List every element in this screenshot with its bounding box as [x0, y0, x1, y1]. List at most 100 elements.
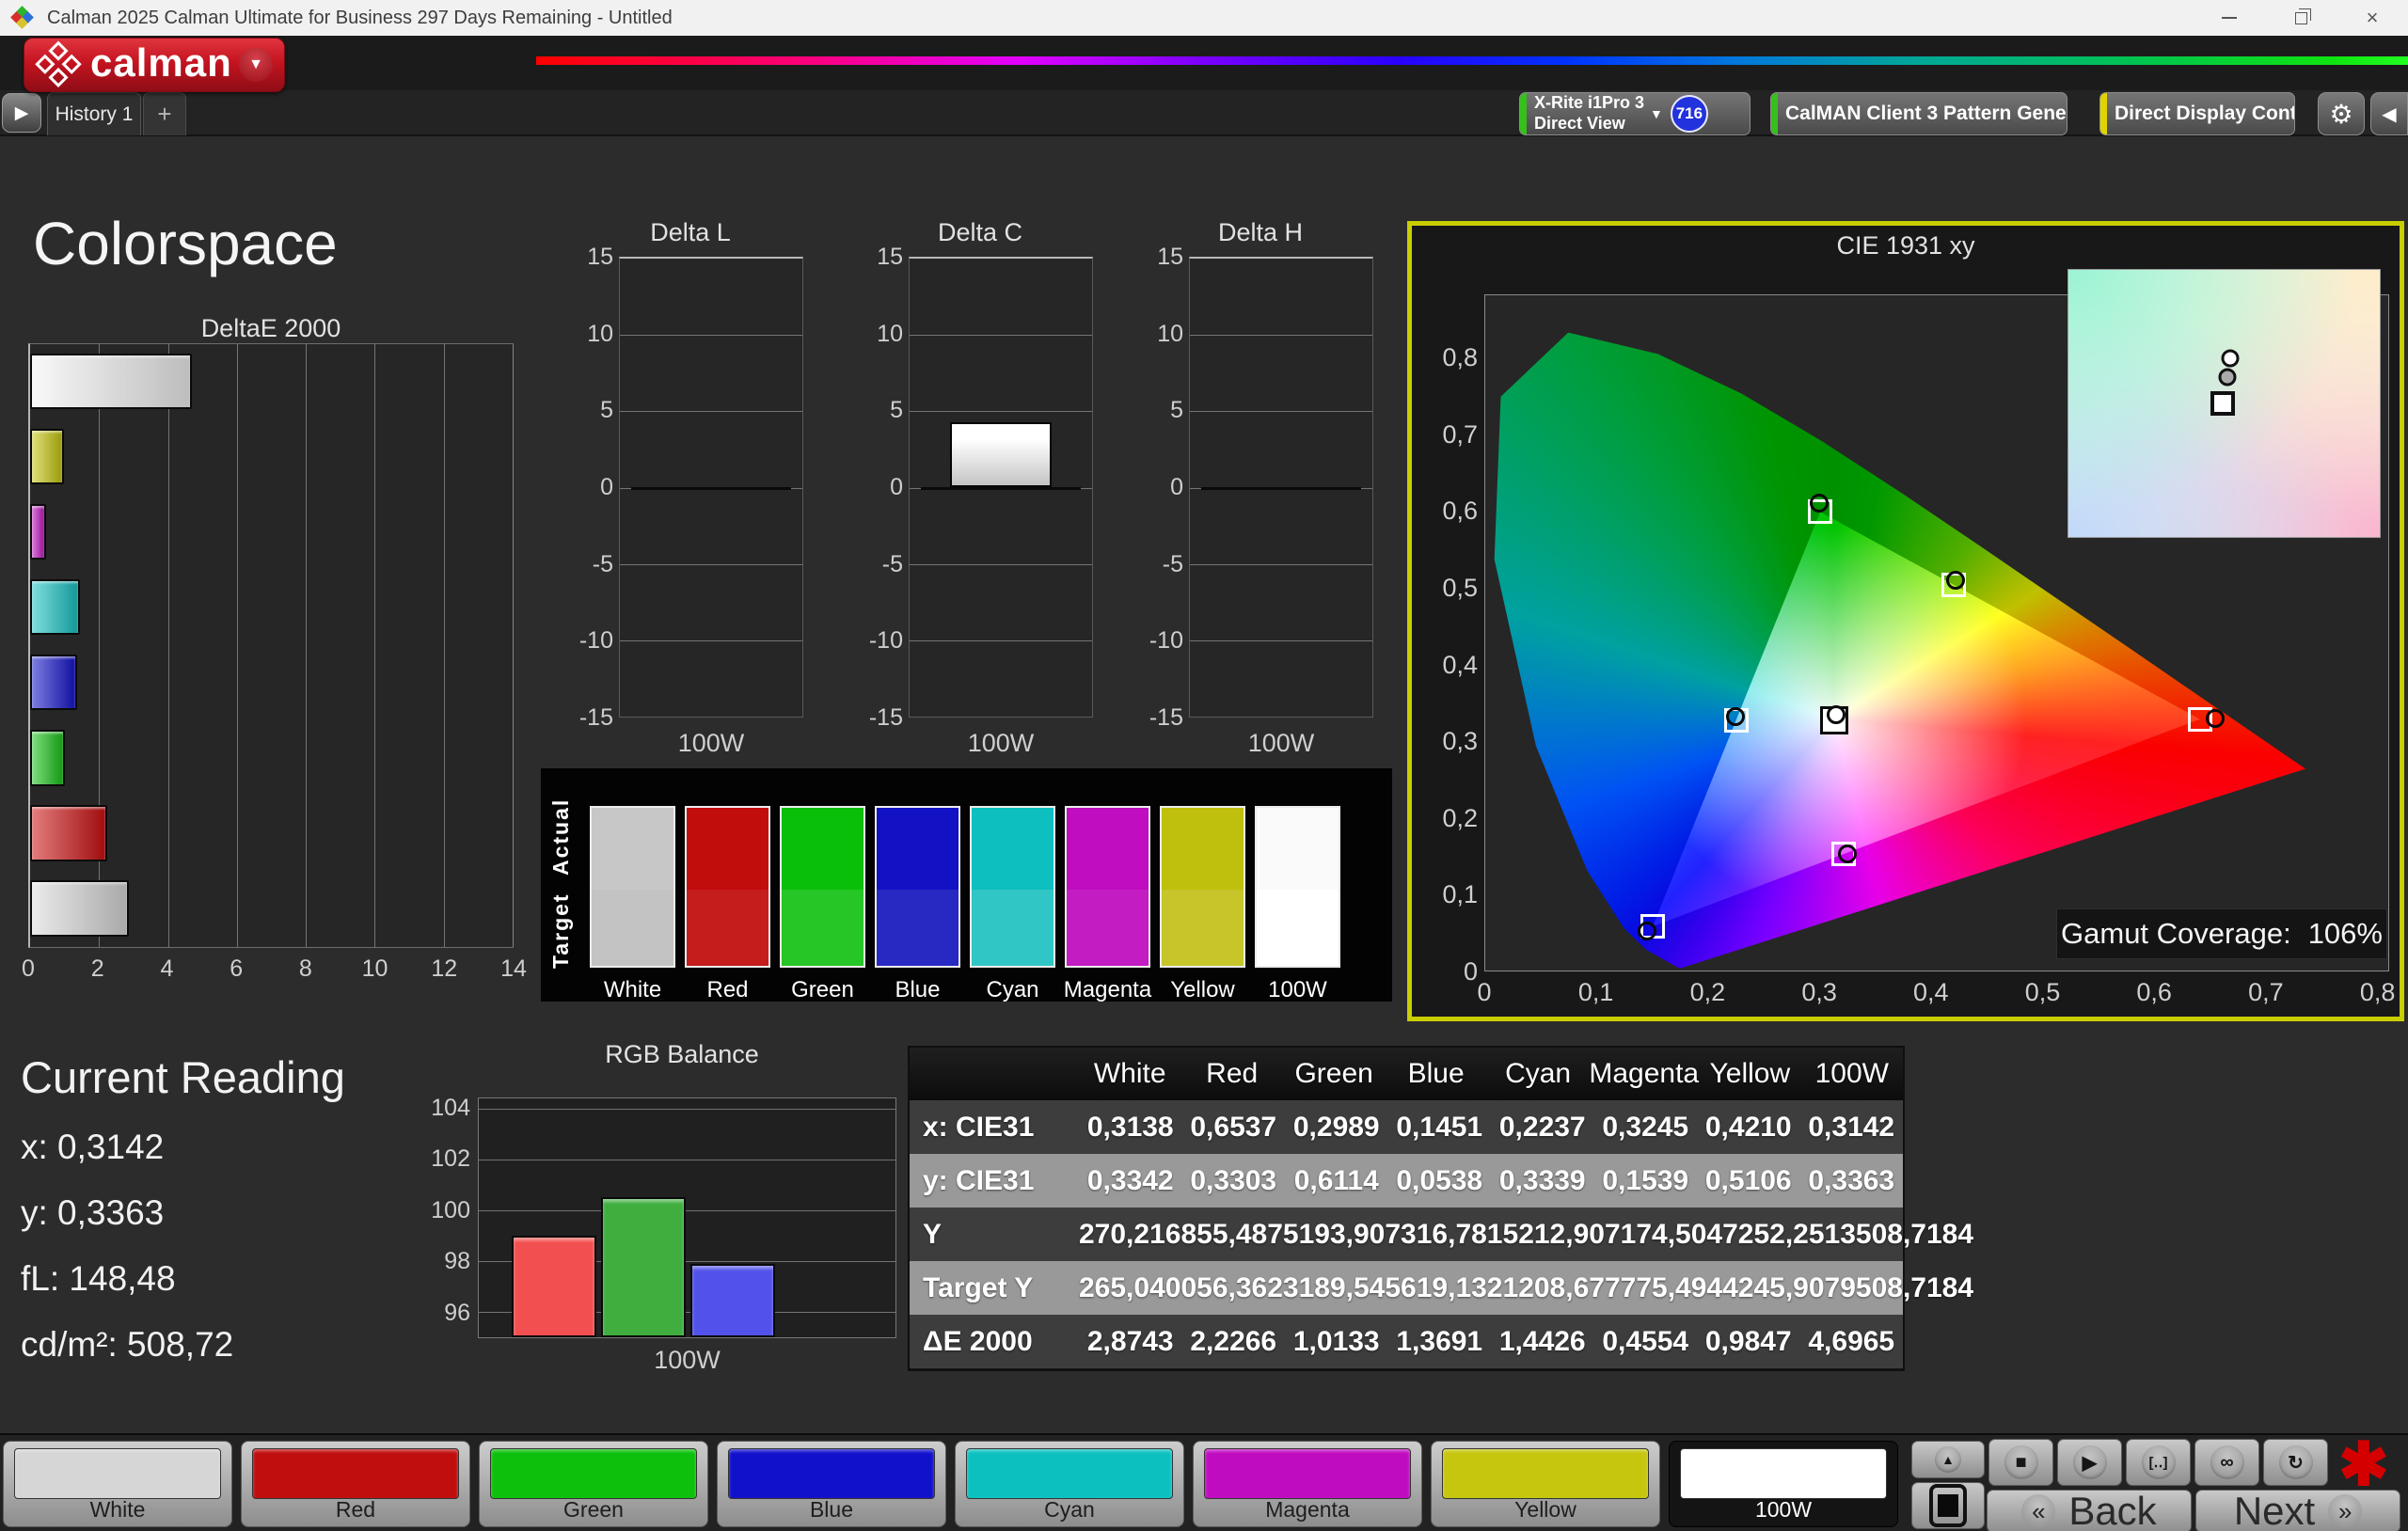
table-cell: 1,3691 [1396, 1325, 1483, 1357]
close-button[interactable]: × [2337, 0, 2408, 36]
tab-history-1[interactable]: History 1 [47, 92, 141, 135]
table-cell: 189,5456 [1298, 1271, 1417, 1303]
pattern-button-blue[interactable]: Blue [717, 1441, 946, 1527]
table-cell: 252,2513 [1737, 1218, 1856, 1250]
table-cell: 0,1451 [1396, 1111, 1483, 1143]
pattern-button-white[interactable]: White [3, 1441, 232, 1527]
swatch-label: Red [706, 977, 749, 1002]
settings-button[interactable]: ⚙ [2318, 92, 2365, 135]
back-button[interactable]: « Back [1987, 1489, 2192, 1531]
pattern-swatch [1442, 1448, 1649, 1499]
display-control-label: Direct Display Control [2115, 102, 2294, 124]
pattern-label: Blue [809, 1497, 854, 1522]
chevron-double-left-icon: « [2021, 1494, 2056, 1528]
column-header-white: White [1093, 1058, 1166, 1089]
swatch-label: Cyan [986, 977, 1039, 1002]
app-icon [10, 6, 34, 29]
table-cell: 0,2989 [1292, 1111, 1380, 1143]
table-cell: 55,4875 [1196, 1218, 1299, 1250]
chevron-up-icon: ▲ [1935, 1446, 1961, 1473]
table-cell: 0,6537 [1190, 1111, 1277, 1143]
pattern-label: Green [563, 1497, 624, 1522]
deltae2000-plot [28, 343, 514, 948]
pattern-swatch [252, 1448, 459, 1499]
pattern-panel-expand-button[interactable]: ▲ [1911, 1441, 1985, 1478]
row-label: x: CIE31 [923, 1111, 1035, 1143]
meter-dropdown[interactable]: X-Rite i1Pro 3 Direct View ▼ 716 [1519, 92, 1751, 135]
calman-logo-text: calman [90, 40, 232, 85]
measured-marker-red [2205, 709, 2225, 729]
minimize-icon [2222, 17, 2237, 19]
chart-title: DeltaE 2000 [200, 314, 341, 342]
pattern-swatch [1680, 1448, 1887, 1499]
white-point-inset [2067, 269, 2381, 538]
reading-value: x: 0,3142 [21, 1128, 165, 1166]
pattern-window-button[interactable] [1911, 1482, 1985, 1529]
minimize-button[interactable] [2194, 0, 2265, 36]
pattern-button-magenta[interactable]: Magenta [1193, 1441, 1422, 1527]
pattern-swatch [1204, 1448, 1411, 1499]
table-cell: 0,2237 [1498, 1111, 1586, 1143]
table-cell: 0,3142 [1808, 1111, 1895, 1143]
pattern-button-green[interactable]: Green [479, 1441, 708, 1527]
table-cell: 0,4554 [1602, 1325, 1689, 1357]
column-header-magenta: Magenta [1589, 1058, 1700, 1089]
pattern-button-cyan[interactable]: Cyan [955, 1441, 1184, 1527]
add-tab-button[interactable]: + [143, 92, 186, 135]
chevron-left-icon: ◀ [2382, 103, 2397, 125]
swatch-cyan [970, 806, 1055, 968]
chevron-down-icon[interactable]: ▼ [239, 48, 273, 82]
pattern-button-100w[interactable]: 100W [1669, 1441, 1898, 1527]
calman-menu-button[interactable]: calman ▼ [24, 38, 285, 92]
pattern-bar: White Red Green Blue Cyan Magenta Yellow 100W ▲… [0, 1433, 2408, 1531]
pattern-button-yellow[interactable]: Yellow [1431, 1441, 1660, 1527]
table-cell: 245,9079 [1737, 1271, 1856, 1303]
table-cell: 0,3303 [1190, 1164, 1277, 1196]
meter-badge[interactable]: 716 [1670, 95, 1708, 133]
table-cell: 1,0133 [1292, 1325, 1380, 1357]
workflow-nav-button[interactable]: ▶ [2, 93, 41, 133]
table-cell: 0,9847 [1704, 1325, 1792, 1357]
deltae-bar-blue [30, 646, 513, 721]
rainbow-divider [536, 56, 2408, 65]
table-row: Target Y 265,0400 56,3623 189,5456 19,1321 20… [910, 1261, 1973, 1315]
step-button[interactable]: [‥] [2126, 1439, 2191, 1486]
swatch-green [780, 806, 865, 968]
actual-row-label: Actual [548, 797, 573, 876]
pattern-button-red[interactable]: Red [241, 1441, 470, 1527]
actual-target-swatch-strip: Actual Target White Red Green Blue Cyan Magenta… [541, 768, 1392, 1002]
x-axis-label: 100W [677, 729, 745, 757]
swatch-100w [1255, 806, 1340, 968]
x-axis-label: 100W [1247, 729, 1315, 757]
measured-marker-green [1809, 494, 1829, 513]
pattern-window-icon [1929, 1484, 1967, 1527]
play-button[interactable]: ▶ [2057, 1439, 2122, 1486]
collapse-panel-button[interactable]: ◀ [2370, 92, 2408, 135]
restore-button[interactable] [2265, 0, 2337, 36]
loop-button[interactable]: ∞ [2194, 1439, 2259, 1486]
deltaC-bar [949, 421, 1053, 488]
column-header-green: Green [1294, 1058, 1373, 1089]
table-cell: 193,9073 [1298, 1218, 1417, 1250]
pattern-generator-dropdown[interactable]: CalMAN Client 3 Pattern Generator ▼ [1770, 92, 2067, 135]
title-bar: Calman 2025 Calman Ultimate for Business… [0, 0, 2408, 36]
pattern-swatch [14, 1448, 221, 1499]
stop-button[interactable]: ■ [1988, 1439, 2053, 1486]
meter-name: X-Rite i1Pro 3 [1534, 93, 1645, 113]
column-header-cyan: Cyan [1505, 1058, 1572, 1089]
delta-c-chart: Delta C 15 10 5 0 -5 -10 -15 100W [865, 218, 1095, 766]
play-icon: ▶ [14, 103, 29, 123]
row-label: y: CIE31 [923, 1164, 1035, 1196]
row-label: Target Y [923, 1271, 1034, 1303]
measured-marker-magenta [1838, 844, 1858, 864]
table-cell: 0,3339 [1498, 1164, 1586, 1196]
deltae-bar-white [30, 872, 513, 947]
display-control-dropdown[interactable]: Direct Display Control ▼ [2099, 92, 2295, 135]
table-cell: 0,3342 [1086, 1164, 1174, 1196]
calman-logo-icon [32, 39, 86, 92]
deltae-bar-cyan [30, 570, 513, 645]
pattern-swatch [966, 1448, 1173, 1499]
measured-marker-blue [1638, 922, 1657, 941]
current-reading: Current Reading x: 0,3142 y: 0,3363 fL: 14… [21, 1051, 345, 1391]
refresh-button[interactable]: ↻ [2263, 1439, 2328, 1486]
